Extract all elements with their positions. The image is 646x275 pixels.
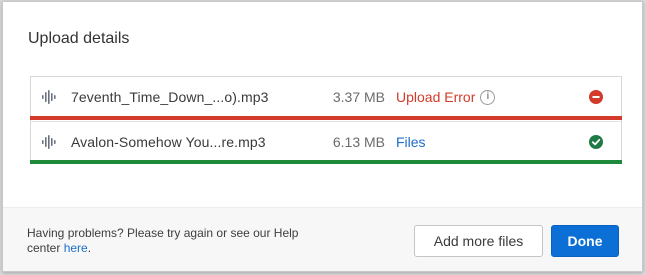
upload-progress-bar bbox=[30, 116, 622, 120]
audio-file-icon bbox=[42, 135, 56, 149]
dialog-footer: Having problems? Please try again or see… bbox=[3, 207, 642, 271]
file-row: Avalon-Somehow You...re.mp3 6.13 MB File… bbox=[30, 121, 622, 164]
files-link[interactable]: Files bbox=[396, 134, 426, 150]
file-size: 6.13 MB bbox=[332, 133, 385, 150]
error-circle-icon bbox=[589, 90, 603, 104]
help-link[interactable]: here bbox=[64, 241, 88, 255]
upload-status-error: Upload Error i bbox=[396, 89, 496, 105]
info-icon[interactable]: i bbox=[480, 89, 496, 105]
check-circle-icon bbox=[589, 135, 603, 149]
help-text-after: . bbox=[87, 241, 92, 255]
add-more-files-button[interactable]: Add more files bbox=[414, 225, 543, 257]
file-name: 7eventh_Time_Down_...o).mp3 bbox=[71, 89, 269, 105]
file-name: Avalon-Somehow You...re.mp3 bbox=[71, 133, 266, 150]
file-size: 3.37 MB bbox=[332, 89, 385, 105]
file-list: 7eventh_Time_Down_...o).mp3 3.37 MB Uplo… bbox=[30, 76, 622, 164]
status-label: Upload Error bbox=[396, 89, 476, 105]
upload-progress-bar bbox=[30, 160, 622, 164]
upload-details-dialog: Upload details 7eventh_Time_Down_...o).m… bbox=[2, 1, 643, 272]
done-button[interactable]: Done bbox=[551, 225, 619, 257]
help-text: Having problems? Please try again or see… bbox=[27, 226, 327, 256]
status-label[interactable]: Files bbox=[396, 134, 426, 150]
audio-file-icon bbox=[42, 90, 56, 104]
file-row: 7eventh_Time_Down_...o).mp3 3.37 MB Uplo… bbox=[30, 77, 622, 120]
dialog-title: Upload details bbox=[28, 30, 130, 47]
